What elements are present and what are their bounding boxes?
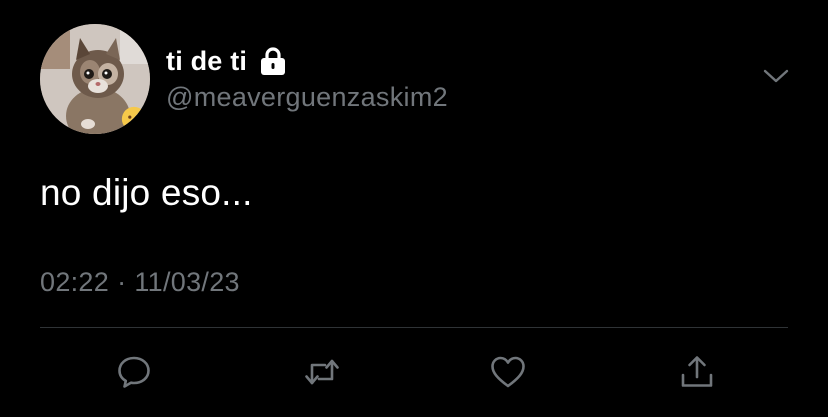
- retweet-icon: [305, 359, 339, 385]
- tweet-timestamp[interactable]: 02:22 · 11/03/23: [40, 267, 240, 298]
- tweet-date: 11/03/23: [134, 267, 240, 297]
- share-icon: [681, 356, 713, 387]
- heart-icon: [491, 356, 525, 388]
- lock-icon: [261, 47, 286, 75]
- share-button[interactable]: [677, 352, 717, 392]
- like-button[interactable]: [488, 352, 528, 392]
- divider: [40, 327, 788, 328]
- timestamp-separator: ·: [117, 267, 127, 297]
- display-name[interactable]: ti de ti: [166, 46, 247, 77]
- speech-bubble-icon: [118, 356, 150, 388]
- reply-button[interactable]: [114, 352, 154, 392]
- tweet-detail: ti de ti @meaverguenzaskim2 no dijo eso.…: [0, 0, 828, 417]
- tweet-text: no dijo eso...: [40, 172, 253, 213]
- chevron-down-icon[interactable]: [762, 66, 790, 86]
- tweet-time: 02:22: [40, 267, 110, 297]
- retweet-button[interactable]: [302, 352, 342, 392]
- frowning-face-emoji-icon: [121, 106, 147, 132]
- author-name-row: ti de ti: [166, 44, 287, 78]
- avatar[interactable]: [40, 24, 150, 134]
- author-handle[interactable]: @meaverguenzaskim2: [166, 82, 448, 113]
